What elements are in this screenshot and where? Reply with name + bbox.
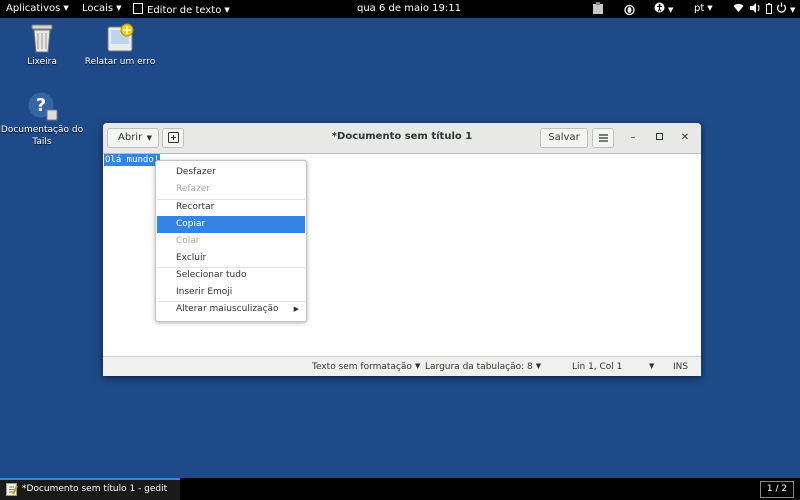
position-dropdown-arrow[interactable]: ▼ — [646, 362, 654, 372]
selected-text[interactable]: Olá mundo! — [104, 154, 161, 166]
menu-item-cut[interactable]: Recortar — [157, 199, 305, 216]
minimize-icon: – — [630, 132, 636, 143]
clipboard-icon[interactable] — [592, 2, 604, 18]
triangle-down-icon: ▼ — [116, 4, 122, 12]
new-tab-icon — [167, 132, 179, 143]
triangle-down-icon: ▼ — [707, 4, 713, 12]
menu-button[interactable] — [592, 128, 614, 148]
triangle-down-icon: ▼ — [649, 362, 655, 370]
submenu-arrow-icon: ▶ — [293, 305, 299, 313]
places-menu[interactable]: Locais ▼ — [82, 3, 122, 14]
triangle-down-icon: ▼ — [535, 362, 542, 370]
open-button[interactable]: Abrir ▼ — [107, 128, 159, 148]
help-icon: ? — [27, 91, 58, 121]
tor-onion-icon[interactable] — [624, 2, 635, 18]
window-title: *Documento sem título 1 — [331, 131, 473, 142]
triangle-down-icon: ▼ — [146, 134, 152, 142]
svg-text:?: ? — [36, 95, 46, 116]
trash-icon — [31, 24, 53, 53]
menu-item-change-case[interactable]: Alterar maiusculização ▶ — [157, 301, 305, 318]
menu-item-paste: Colar — [176, 236, 200, 246]
maximize-icon — [655, 133, 663, 140]
power-menu[interactable]: ▼ — [776, 2, 795, 16]
gedit-icon — [133, 3, 143, 14]
tab-width-selector[interactable]: Largura da tabulação: 8 ▼ — [425, 362, 541, 372]
context-menu: Desfazer Refazer Recortar Copiar Colar E… — [155, 160, 307, 322]
gedit-icon — [6, 483, 18, 496]
language-menu[interactable]: pt ▼ — [694, 3, 713, 14]
menu-item-delete[interactable]: Excluir — [157, 250, 305, 267]
triangle-down-icon: ▼ — [668, 6, 674, 14]
menu-item-insert-emoji[interactable]: Inserir Emoji — [157, 284, 305, 301]
accessibility-icon — [654, 2, 665, 13]
desktop-icon-label: Lixeira — [27, 57, 57, 67]
triangle-down-icon: ▼ — [63, 4, 69, 12]
accessibility-menu[interactable]: ▼ — [654, 2, 673, 16]
format-selector[interactable]: Texto sem formatação ▼ — [312, 362, 420, 372]
taskbar-window-label: *Documento sem título 1 - gedit — [22, 484, 168, 494]
volume-icon[interactable] — [750, 3, 761, 16]
applications-menu[interactable]: Aplicativos ▼ — [6, 3, 69, 14]
insert-mode: INS — [673, 362, 689, 372]
new-document-button[interactable] — [162, 128, 184, 148]
minimize-button[interactable]: – — [626, 131, 640, 145]
desktop-icon-label: Documentação do Tails — [0, 125, 84, 147]
menu-item-copy[interactable]: Copiar — [157, 216, 305, 233]
triangle-down-icon: ▼ — [790, 6, 796, 14]
header-bar: Abrir ▼ *Documento sem título 1 Salvar – … — [103, 123, 701, 154]
desktop-icon-trash[interactable]: Lixeira — [0, 22, 84, 68]
cursor-position-selector[interactable]: Lin 1, Col 1 — [572, 362, 622, 372]
top-panel: Aplicativos ▼ Locais ▼ Editor de texto ▼ qu… — [0, 0, 800, 18]
desktop-icon-tails-docs[interactable]: ? Documentação do Tails — [0, 90, 84, 148]
power-icon — [776, 2, 787, 13]
close-icon: ✕ — [680, 132, 690, 143]
wifi-icon[interactable] — [733, 3, 744, 16]
status-bar: Texto sem formatação ▼ Largura da tabulaç… — [103, 356, 701, 376]
battery-icon[interactable] — [766, 3, 772, 17]
desktop-icon-label: Relatar um erro — [84, 57, 156, 67]
triangle-down-icon: ▼ — [414, 362, 421, 370]
hamburger-icon — [598, 134, 608, 142]
bottom-panel: *Documento sem título 1 - gedit 1 / 2 — [0, 478, 800, 500]
workspace-pager[interactable]: 1 / 2 — [760, 481, 794, 498]
taskbar-window-button[interactable]: *Documento sem título 1 - gedit — [0, 478, 180, 500]
close-button[interactable]: ✕ — [678, 131, 692, 145]
desktop-icon-report-bug[interactable]: Relatar um erro — [78, 22, 162, 68]
bug-report-icon — [107, 23, 134, 52]
menu-item-select-all[interactable]: Selecionar tudo — [157, 267, 305, 284]
maximize-button[interactable] — [652, 131, 666, 145]
triangle-down-icon: ▼ — [224, 6, 230, 14]
app-menu[interactable]: Editor de texto ▼ — [133, 3, 230, 16]
clock[interactable]: qua 6 de maio 19:11 — [357, 3, 461, 14]
menu-item-redo: Refazer — [176, 184, 211, 194]
save-button[interactable]: Salvar — [540, 128, 588, 148]
menu-item-undo[interactable]: Desfazer — [157, 164, 305, 181]
